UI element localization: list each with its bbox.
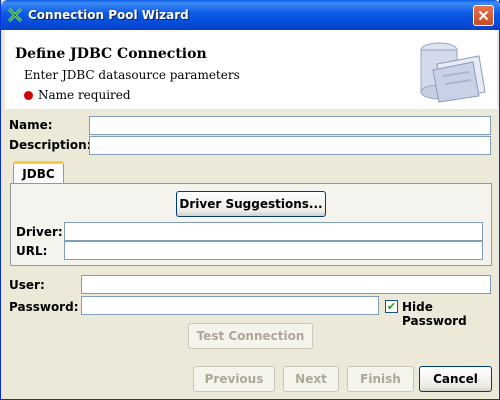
finish-button[interactable]: Finish — [347, 366, 414, 392]
tab-jdbc[interactable]: JDBC — [13, 161, 64, 184]
test-connection-button[interactable]: Test Connection — [188, 323, 313, 349]
page-title: Define JDBC Connection — [15, 46, 207, 62]
window-title: Connection Pool Wizard — [28, 8, 189, 22]
hide-password-checkbox[interactable]: ✔ — [385, 300, 398, 313]
url-label: URL: — [16, 244, 48, 258]
driver-input[interactable] — [64, 222, 483, 241]
database-folder-icon — [420, 42, 486, 103]
name-input[interactable] — [89, 116, 491, 135]
password-input[interactable] — [81, 296, 379, 315]
driver-label: Driver: — [16, 225, 63, 239]
app-icon — [8, 8, 22, 22]
validation-message: Name required — [24, 88, 131, 102]
hide-password-label[interactable]: Hide Password — [402, 300, 499, 328]
user-label: User: — [9, 278, 45, 292]
next-button[interactable]: Next — [283, 366, 339, 392]
checkmark-icon: ✔ — [386, 300, 397, 313]
previous-button[interactable]: Previous — [193, 366, 275, 392]
title-bar[interactable]: Connection Pool Wizard — [1, 0, 500, 30]
close-button[interactable] — [473, 5, 494, 26]
cancel-button[interactable]: Cancel — [419, 366, 492, 392]
page-subtitle: Enter JDBC datasource parameters — [24, 68, 240, 82]
description-input[interactable] — [89, 136, 491, 155]
driver-suggestions-button[interactable]: Driver Suggestions... — [176, 191, 326, 217]
connection-pool-wizard-window: Connection Pool Wizard Define JDBC Conne… — [0, 0, 500, 400]
url-input[interactable] — [64, 241, 483, 260]
name-label: Name: — [9, 118, 53, 132]
tab-jdbc-label: JDBC — [22, 167, 55, 181]
password-label: Password: — [9, 300, 79, 314]
user-input[interactable] — [81, 275, 491, 294]
validation-text: Name required — [38, 88, 131, 102]
header-banner: Define JDBC Connection Enter JDBC dataso… — [5, 30, 497, 109]
close-icon — [478, 10, 489, 21]
error-dot-icon — [24, 90, 33, 100]
description-label: Description: — [9, 138, 92, 152]
